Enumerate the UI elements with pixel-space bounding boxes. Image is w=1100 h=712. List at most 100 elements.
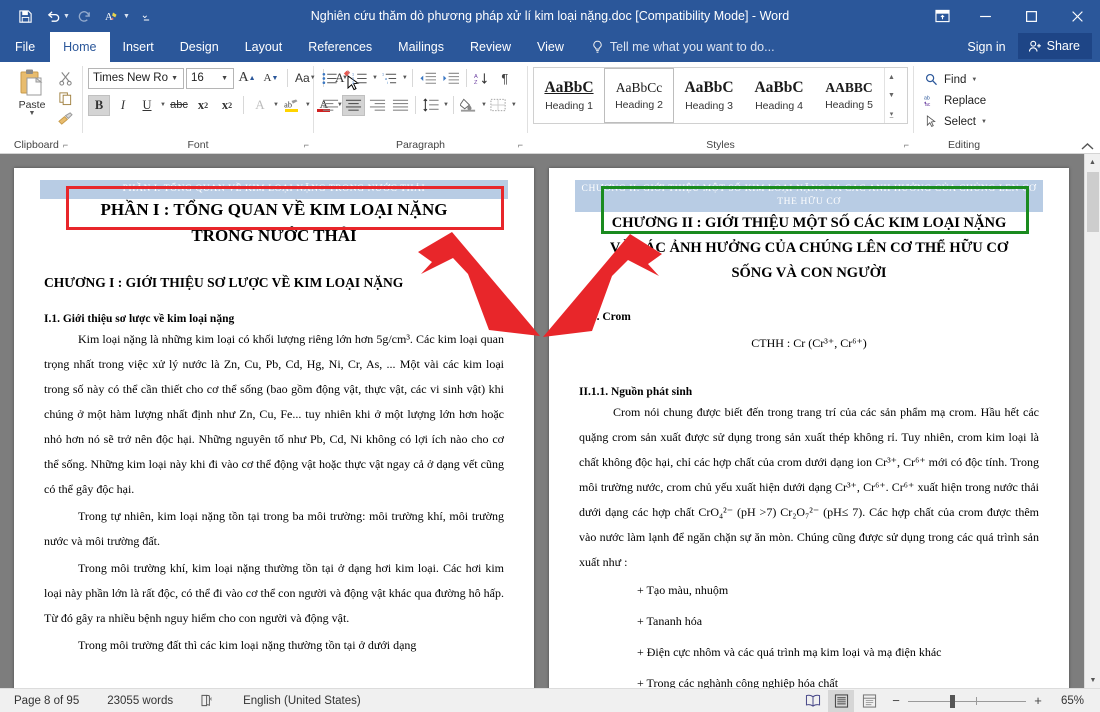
zoom-out-button[interactable]: − [890,693,902,708]
tab-home[interactable]: Home [50,32,110,62]
borders-caret[interactable]: ▼ [511,102,517,108]
page-body-right[interactable]: CHƯƠNG II : GIỚI THIỆU MỘT SỐ CÁC KIM LO… [549,210,1069,688]
numbering-caret[interactable]: ▼ [372,75,378,81]
text-effects-icon[interactable]: A [249,95,271,116]
tab-layout[interactable]: Layout [232,32,296,62]
scroll-up-icon[interactable]: ▲ [1085,154,1100,170]
style-heading-4[interactable]: AaBbC Heading 4 [744,68,814,123]
underline-dropdown-caret[interactable]: ▼ [160,102,166,108]
font-dialog-launcher[interactable]: ⌐ [304,140,309,150]
read-mode-button[interactable] [800,690,826,712]
text-highlight-icon[interactable]: ab [281,95,303,116]
line-spacing-icon[interactable] [420,95,442,116]
align-center-icon[interactable] [342,94,365,116]
superscript-button[interactable]: x2 [216,95,238,116]
tab-references[interactable]: References [295,32,385,62]
page-number-status[interactable]: Page 8 of 95 [0,695,93,707]
find-caret[interactable]: ▼ [971,77,977,83]
zoom-level[interactable]: 65% [1050,695,1084,707]
shrink-font-icon[interactable]: A ▼ [260,68,282,89]
tab-insert[interactable]: Insert [110,32,167,62]
align-left-icon[interactable] [319,95,341,116]
highlight-caret[interactable]: ▼ [305,102,311,108]
save-icon[interactable] [12,4,38,28]
sort-icon[interactable]: AZ [471,68,493,89]
tab-mailings[interactable]: Mailings [385,32,457,62]
tab-design[interactable]: Design [167,32,232,62]
grow-font-icon[interactable]: A ▲ [236,68,258,89]
vertical-scrollbar[interactable]: ▲ ▼ [1084,154,1100,688]
style-heading-2[interactable]: AaBbCc Heading 2 [604,68,674,123]
select-button[interactable]: Select ▼ [919,111,987,132]
scrollbar-thumb[interactable] [1087,172,1099,232]
close-button[interactable] [1054,0,1100,32]
minimize-button[interactable] [962,0,1008,32]
web-layout-button[interactable] [856,690,882,712]
increase-indent-icon[interactable] [440,68,462,89]
redo-icon[interactable] [72,4,98,28]
paste-dropdown-caret[interactable]: ▼ [29,110,36,117]
strikethrough-button[interactable]: abc [168,95,190,116]
format-painter-icon[interactable] [55,109,75,127]
font-name-combo[interactable]: Times New Ro ▼ [88,67,184,89]
font-size-combo[interactable]: 16 ▼ [186,67,234,89]
proofing-status[interactable]: x [187,694,229,707]
print-layout-button[interactable] [828,689,854,712]
styles-more-icon[interactable]: ▾̲ [885,105,898,123]
document-page-right[interactable]: CHƯƠNG II: GIỚI THIỆU MỘT SỐ KIM LOẠI NẶ… [549,168,1069,688]
shading-icon[interactable] [458,95,480,116]
align-right-icon[interactable] [366,95,388,116]
multilevel-list-icon[interactable]: 1ai [379,68,401,89]
tab-file[interactable]: File [0,32,51,62]
line-spacing-caret[interactable]: ▼ [443,102,449,108]
customize-qat-icon[interactable]: ⌄̲ [132,4,158,28]
language-status[interactable]: English (United States) [229,695,375,707]
styles-scroll-up-icon[interactable]: ▲ [885,68,898,86]
bullets-icon[interactable] [319,68,341,89]
sign-in-button[interactable]: Sign in [955,32,1017,62]
zoom-slider-thumb[interactable] [950,694,956,708]
text-effects-caret[interactable]: ▼ [273,102,279,108]
styles-dialog-launcher[interactable]: ⌐ [904,140,909,150]
multilevel-caret[interactable]: ▼ [402,75,408,81]
underline-button[interactable]: U [136,95,158,116]
italic-button[interactable]: I [112,95,134,116]
word-count-status[interactable]: 23055 words [93,695,187,707]
show-formatting-marks-icon[interactable]: ¶ [494,68,516,89]
undo-dropdown-caret[interactable]: ▼ [63,13,70,20]
cut-icon[interactable] [55,69,75,87]
collapse-ribbon-icon[interactable] [1081,142,1094,151]
styles-scroll-down-icon[interactable]: ▼ [885,86,898,104]
document-page-left[interactable]: PHẦN I: TỔNG QUAN VỀ KIM LOẠI NẶNG TRONG… [14,168,534,688]
style-heading-1[interactable]: AaBbC Heading 1 [534,68,604,123]
ribbon-display-options-icon[interactable] [922,0,962,32]
copy-icon[interactable] [55,89,75,107]
decrease-indent-icon[interactable] [417,68,439,89]
document-canvas[interactable]: PHẦN I: TỔNG QUAN VỀ KIM LOẠI NẶNG TRONG… [0,154,1100,688]
bold-button[interactable]: B [88,94,110,116]
page-body-left[interactable]: PHẦN I : TỔNG QUAN VỀ KIM LOẠI NẶNG TRON… [14,195,534,658]
paragraph-dialog-launcher[interactable]: ⌐ [518,140,523,150]
paste-button[interactable]: Paste ▼ [11,66,53,127]
shading-caret[interactable]: ▼ [481,102,487,108]
numbering-icon[interactable]: 123 [349,68,371,89]
subscript-button[interactable]: x2 [192,95,214,116]
scroll-down-icon[interactable]: ▼ [1085,672,1100,688]
clipboard-dialog-launcher[interactable]: ⌐ [63,140,68,150]
style-heading-5[interactable]: AABBC Heading 5 [814,68,884,123]
tab-review[interactable]: Review [457,32,524,62]
tell-me-search[interactable]: Tell me what you want to do... [577,32,775,62]
zoom-slider[interactable] [908,694,1026,708]
maximize-button[interactable] [1008,0,1054,32]
zoom-in-button[interactable]: + [1032,693,1044,708]
bullets-caret[interactable]: ▼ [342,75,348,81]
tab-view[interactable]: View [524,32,577,62]
share-button[interactable]: Share [1017,33,1092,59]
repeat-style-dropdown-caret[interactable]: ▼ [123,13,130,20]
justify-icon[interactable] [389,95,411,116]
style-heading-3[interactable]: AaBbC Heading 3 [674,68,744,123]
borders-icon[interactable] [488,95,510,116]
replace-button[interactable]: ab ac Replace [919,90,986,111]
select-caret[interactable]: ▼ [981,119,987,125]
find-button[interactable]: Find ▼ [919,69,977,90]
